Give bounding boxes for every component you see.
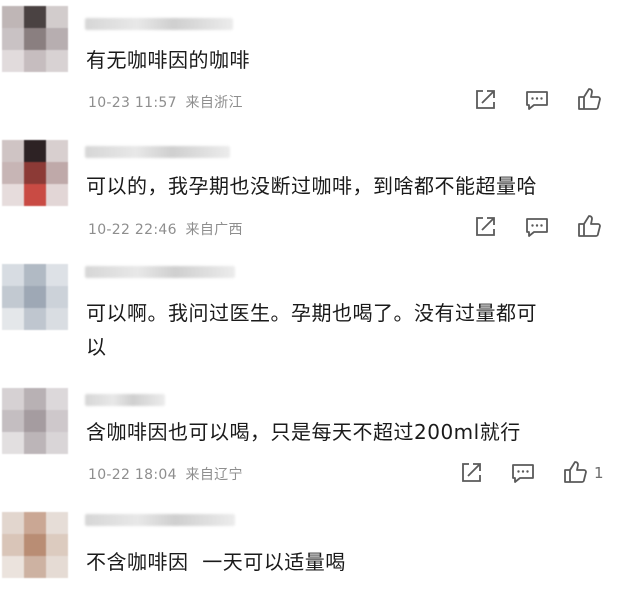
comment-icon[interactable] xyxy=(524,214,550,240)
comment-icon[interactable] xyxy=(524,87,550,113)
username-blurred[interactable] xyxy=(85,394,165,406)
comment-time: 10-23 11:57 xyxy=(88,95,177,111)
username-blurred[interactable] xyxy=(85,266,235,278)
avatar[interactable] xyxy=(2,6,68,72)
comment-text: 不含咖啡因 一天可以适量喝 xyxy=(86,550,346,574)
comment-text: 含咖啡因也可以喝，只是每天不超过200ml就行 xyxy=(86,420,521,444)
comment-icon[interactable] xyxy=(510,460,536,486)
share-icon[interactable] xyxy=(458,460,484,486)
avatar[interactable] xyxy=(2,512,68,578)
comment-location: 来自广西 xyxy=(185,222,243,238)
comment-meta: 10-22 22:46 来自广西 xyxy=(88,219,243,239)
comment-time: 10-22 22:46 xyxy=(88,222,177,238)
avatar[interactable] xyxy=(2,140,68,206)
username-blurred[interactable] xyxy=(85,514,235,526)
like-count: 1 xyxy=(594,464,604,482)
thumbs-up-icon[interactable] xyxy=(562,459,588,485)
comment-text: 可以的，我孕期也没断过咖啡，到啥都不能超量哈 xyxy=(86,174,537,198)
comment-text: 可以啊。我问过医生。孕期也喝了。没有过量都可 以 xyxy=(86,301,537,359)
avatar[interactable] xyxy=(2,388,68,454)
comment-meta: 10-22 18:04 来自辽宁 xyxy=(88,464,243,484)
comment-time: 10-22 18:04 xyxy=(88,467,177,483)
share-icon[interactable] xyxy=(472,87,498,113)
thumbs-up-icon[interactable] xyxy=(576,213,602,239)
share-icon[interactable] xyxy=(472,214,498,240)
username-blurred[interactable] xyxy=(85,146,230,158)
username-blurred[interactable] xyxy=(85,18,233,30)
comment-location: 来自浙江 xyxy=(185,95,243,111)
avatar[interactable] xyxy=(2,264,68,330)
comment-meta: 10-23 11:57 来自浙江 xyxy=(88,92,243,112)
thumbs-up-icon[interactable] xyxy=(576,86,602,112)
comment-location: 来自辽宁 xyxy=(185,467,243,483)
comment-text: 有无咖啡因的咖啡 xyxy=(86,48,250,72)
